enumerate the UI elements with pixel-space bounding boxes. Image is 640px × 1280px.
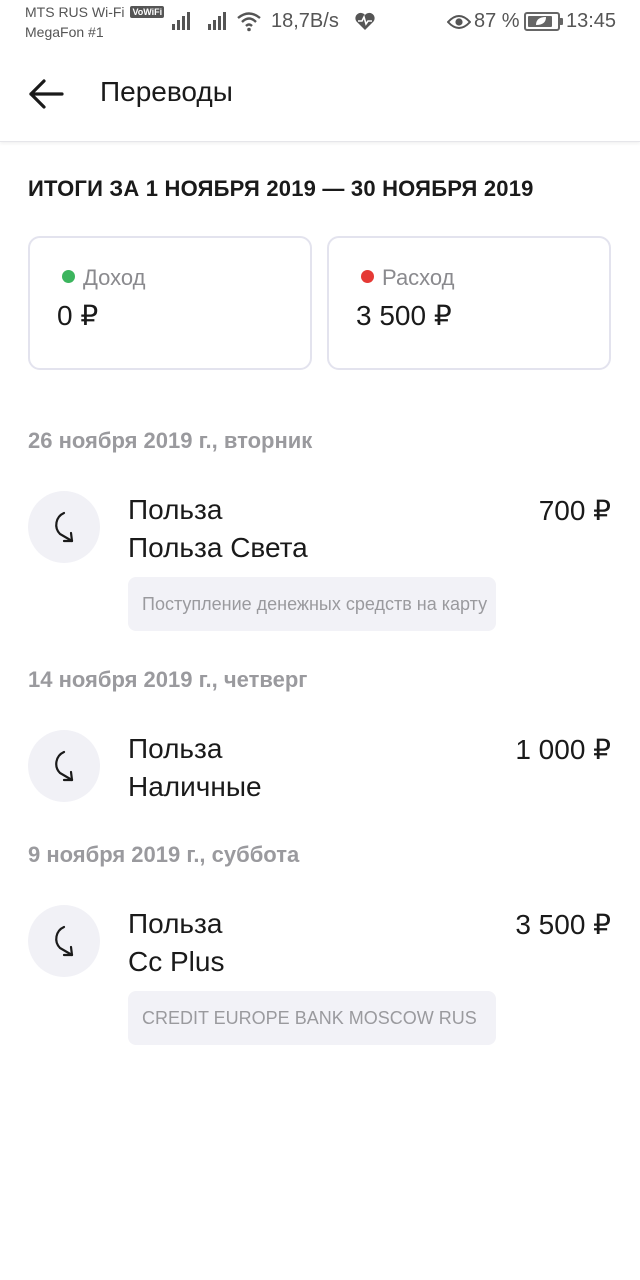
expense-summary-card[interactable]: Расход 3 500 ₽: [327, 236, 611, 370]
transaction-title: Польза: [128, 908, 223, 939]
transaction-icon: [28, 730, 100, 802]
transaction-note: Поступление денежных средств на карту: [128, 577, 496, 631]
transaction-amount: 1 000 ₽: [515, 734, 611, 765]
transaction-subtitle: Польза Света: [128, 532, 308, 563]
expense-value: 3 500 ₽: [356, 300, 452, 331]
page-title: Переводы: [100, 76, 233, 107]
transaction-icon: [28, 905, 100, 977]
expense-dot: [361, 270, 374, 283]
transaction-title: Польза: [128, 494, 223, 525]
network-speed: 18,7B/s: [271, 10, 339, 32]
transaction-amount: 3 500 ₽: [515, 909, 611, 940]
power-saving-leaf-icon: [536, 17, 546, 25]
carrier-secondary: MegaFon #1: [25, 24, 104, 40]
summary-period-heading: ИТОГИ ЗА 1 НОЯБРЯ 2019 — 30 НОЯБРЯ 2019: [28, 176, 534, 201]
battery-icon: [524, 12, 563, 31]
income-label: Доход: [83, 265, 146, 290]
date-header: 9 ноября 2019 г., суббота: [28, 842, 300, 867]
income-value: 0 ₽: [57, 300, 99, 331]
status-bar: MTS RUS Wi-Fi VoWiFi MegaFon #1 18,7B/s …: [0, 0, 640, 48]
income-dot: [62, 270, 75, 283]
carrier-primary: MTS RUS Wi-Fi VoWiFi: [25, 4, 165, 20]
arrow-left-icon: [29, 79, 64, 109]
signal-strength-icon: [208, 12, 226, 30]
transaction-note: CREDIT EUROPE BANK MOSCOW RUS: [128, 991, 496, 1045]
clock: 13:45: [566, 10, 617, 32]
health-heart-icon: [355, 12, 375, 31]
signal-strength-icon: [172, 12, 190, 30]
transaction-amount: 700 ₽: [538, 495, 611, 526]
income-label-row: Доход: [62, 265, 145, 291]
back-button[interactable]: [26, 76, 66, 112]
income-summary-card[interactable]: Доход 0 ₽: [28, 236, 312, 370]
transfer-arrow-icon: [55, 750, 74, 782]
transaction-subtitle: Наличные: [128, 771, 262, 802]
eye-comfort-icon: [447, 15, 471, 29]
wifi-icon: [237, 12, 261, 32]
expense-label: Расход: [382, 265, 455, 290]
battery-percent: 87 %: [474, 10, 520, 32]
transfer-arrow-icon: [55, 511, 74, 543]
app-bar: Переводы: [0, 48, 640, 142]
vowifi-badge: VoWiFi: [130, 6, 165, 18]
transaction-icon: [28, 491, 100, 563]
transfer-arrow-icon: [55, 925, 74, 957]
carrier-primary-label: MTS RUS Wi-Fi: [25, 4, 125, 20]
expense-label-row: Расход: [361, 265, 455, 291]
transaction-subtitle: Cc Plus: [128, 946, 225, 977]
transaction-title: Польза: [128, 733, 223, 764]
date-header: 26 ноября 2019 г., вторник: [28, 428, 313, 453]
date-header: 14 ноября 2019 г., четверг: [28, 667, 308, 692]
